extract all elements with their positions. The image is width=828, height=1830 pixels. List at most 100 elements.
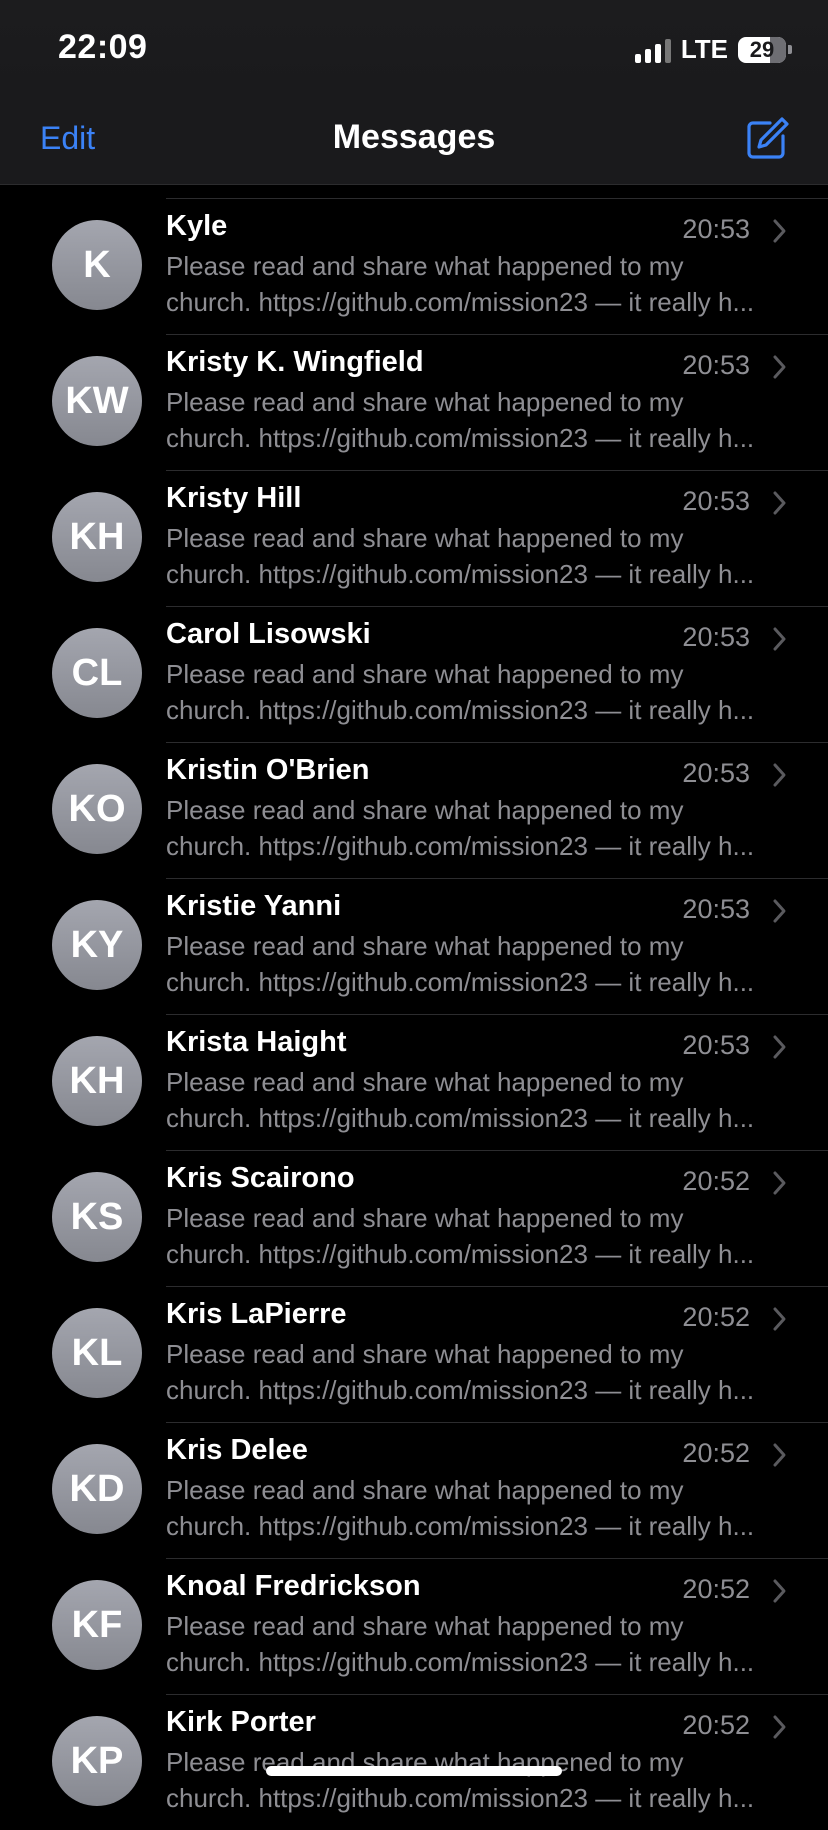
message-preview-line: church. https://github.com/mission23 — i… (166, 1647, 755, 1677)
message-time: 20:53 (682, 758, 750, 788)
avatar-initials: KL (71, 1331, 123, 1374)
conversation-list: K Kyle 20:53 Please read and share what … (0, 198, 828, 1830)
avatar: KH (52, 492, 142, 582)
message-preview: Please read and share what happened to m… (166, 928, 786, 1000)
chevron-right-icon (773, 1579, 786, 1603)
status-time: 22:09 (58, 28, 148, 66)
message-time: 20:52 (682, 1302, 750, 1332)
cellular-signal-icon (634, 37, 671, 63)
contact-name: Kristin O'Brien (166, 754, 370, 786)
message-preview-line: church. https://github.com/mission23 — i… (166, 287, 755, 317)
network-type: LTE (680, 34, 728, 64)
message-time: 20:52 (682, 1438, 750, 1468)
avatar: KF (52, 1580, 142, 1670)
contact-name: Kris Delee (166, 1434, 308, 1466)
avatar: KP (52, 1716, 142, 1806)
message-time: 20:52 (682, 1166, 750, 1196)
message-preview: Please read and share what happened to m… (166, 1064, 786, 1136)
message-preview-line: Please read and share what happened to m… (166, 931, 684, 961)
conversation-row[interactable]: KW Kristy K. Wingfield 20:53 Please read… (0, 334, 828, 470)
chevron-right-icon (773, 1171, 786, 1195)
message-preview-line: church. https://github.com/mission23 — i… (166, 831, 755, 861)
chevron-right-icon (773, 899, 786, 923)
chevron-right-icon (773, 1443, 786, 1467)
message-time: 20:53 (682, 214, 750, 244)
conversation-row[interactable]: KH Krista Haight 20:53 Please read and s… (0, 1014, 828, 1150)
chevron-right-icon (773, 763, 786, 787)
chevron-right-icon (773, 627, 786, 651)
status-indicators: LTE 29 (634, 34, 792, 65)
message-preview: Please read and share what happened to m… (166, 1200, 786, 1272)
compose-icon[interactable] (744, 116, 790, 162)
contact-name: Kyle (166, 210, 228, 242)
message-preview-line: Please read and share what happened to m… (166, 251, 684, 281)
message-preview-line: church. https://github.com/mission23 — i… (166, 1375, 755, 1405)
chevron-right-icon (773, 1035, 786, 1059)
contact-name: Kristy K. Wingfield (166, 346, 424, 378)
row-divider (166, 742, 828, 743)
message-time: 20:52 (682, 1710, 750, 1740)
message-preview-line: church. https://github.com/mission23 — i… (166, 1239, 755, 1269)
conversation-row[interactable]: KS Kris Scairono 20:52 Please read and s… (0, 1150, 828, 1286)
row-divider (166, 1286, 828, 1287)
home-indicator[interactable] (266, 1766, 562, 1776)
avatar-initials: KS (70, 1195, 124, 1238)
battery-icon: 29 (738, 36, 792, 63)
message-preview: Please read and share what happened to m… (166, 1472, 786, 1544)
message-preview: Please read and share what happened to m… (166, 384, 786, 456)
avatar: KS (52, 1172, 142, 1262)
message-preview-line: Please read and share what happened to m… (166, 795, 684, 825)
conversation-row[interactable]: KF Knoal Fredrickson 20:52 Please read a… (0, 1558, 828, 1694)
message-preview-line: Please read and share what happened to m… (166, 1475, 684, 1505)
chevron-right-icon (773, 1715, 786, 1739)
row-divider (166, 878, 828, 879)
conversation-row[interactable]: KO Kristin O'Brien 20:53 Please read and… (0, 742, 828, 878)
conversation-row[interactable]: KP Kirk Porter 20:52 Please read and sha… (0, 1694, 828, 1830)
message-preview: Please read and share what happened to m… (166, 1336, 786, 1408)
message-preview: Please read and share what happened to m… (166, 1744, 786, 1816)
row-divider (166, 1694, 828, 1695)
avatar-initials: CL (71, 651, 123, 694)
contact-name: Kris LaPierre (166, 1298, 347, 1330)
message-time: 20:52 (682, 1574, 750, 1604)
avatar: KY (52, 900, 142, 990)
message-time: 20:53 (682, 350, 750, 380)
row-divider (166, 334, 828, 335)
conversation-row[interactable]: CL Carol Lisowski 20:53 Please read and … (0, 606, 828, 742)
message-preview-line: Please read and share what happened to m… (166, 1611, 684, 1641)
conversation-row[interactable]: KY Kristie Yanni 20:53 Please read and s… (0, 878, 828, 1014)
avatar: KO (52, 764, 142, 854)
conversation-row[interactable]: K Kyle 20:53 Please read and share what … (0, 198, 828, 334)
message-preview: Please read and share what happened to m… (166, 248, 786, 320)
message-preview: Please read and share what happened to m… (166, 520, 786, 592)
message-preview-line: Please read and share what happened to m… (166, 387, 684, 417)
conversation-row[interactable]: KH Kristy Hill 20:53 Please read and sha… (0, 470, 828, 606)
message-preview: Please read and share what happened to m… (166, 656, 786, 728)
message-preview-line: church. https://github.com/mission23 — i… (166, 423, 755, 453)
message-preview-line: church. https://github.com/mission23 — i… (166, 1103, 755, 1133)
chevron-right-icon (773, 1307, 786, 1331)
avatar: KD (52, 1444, 142, 1534)
message-preview-line: Please read and share what happened to m… (166, 1203, 684, 1233)
row-divider (166, 1422, 828, 1423)
message-preview-line: church. https://github.com/mission23 — i… (166, 1511, 755, 1541)
avatar-initials: KH (69, 515, 125, 558)
avatar: KL (52, 1308, 142, 1398)
contact-name: Carol Lisowski (166, 618, 371, 650)
avatar: K (52, 220, 142, 310)
contact-name: Kristy Hill (166, 482, 302, 514)
message-preview-line: Please read and share what happened to m… (166, 1339, 684, 1369)
avatar: KH (52, 1036, 142, 1126)
contact-name: Kris Scairono (166, 1162, 355, 1194)
avatar-initials: K (83, 243, 111, 286)
avatar-initials: KW (65, 379, 129, 422)
message-time: 20:53 (682, 622, 750, 652)
avatar-initials: KH (69, 1059, 125, 1102)
row-divider (166, 606, 828, 607)
conversation-row[interactable]: KD Kris Delee 20:52 Please read and shar… (0, 1422, 828, 1558)
row-divider (166, 1014, 828, 1015)
contact-name: Kristie Yanni (166, 890, 342, 922)
message-preview-line: Please read and share what happened to m… (166, 1067, 684, 1097)
message-preview: Please read and share what happened to m… (166, 1608, 786, 1680)
conversation-row[interactable]: KL Kris LaPierre 20:52 Please read and s… (0, 1286, 828, 1422)
